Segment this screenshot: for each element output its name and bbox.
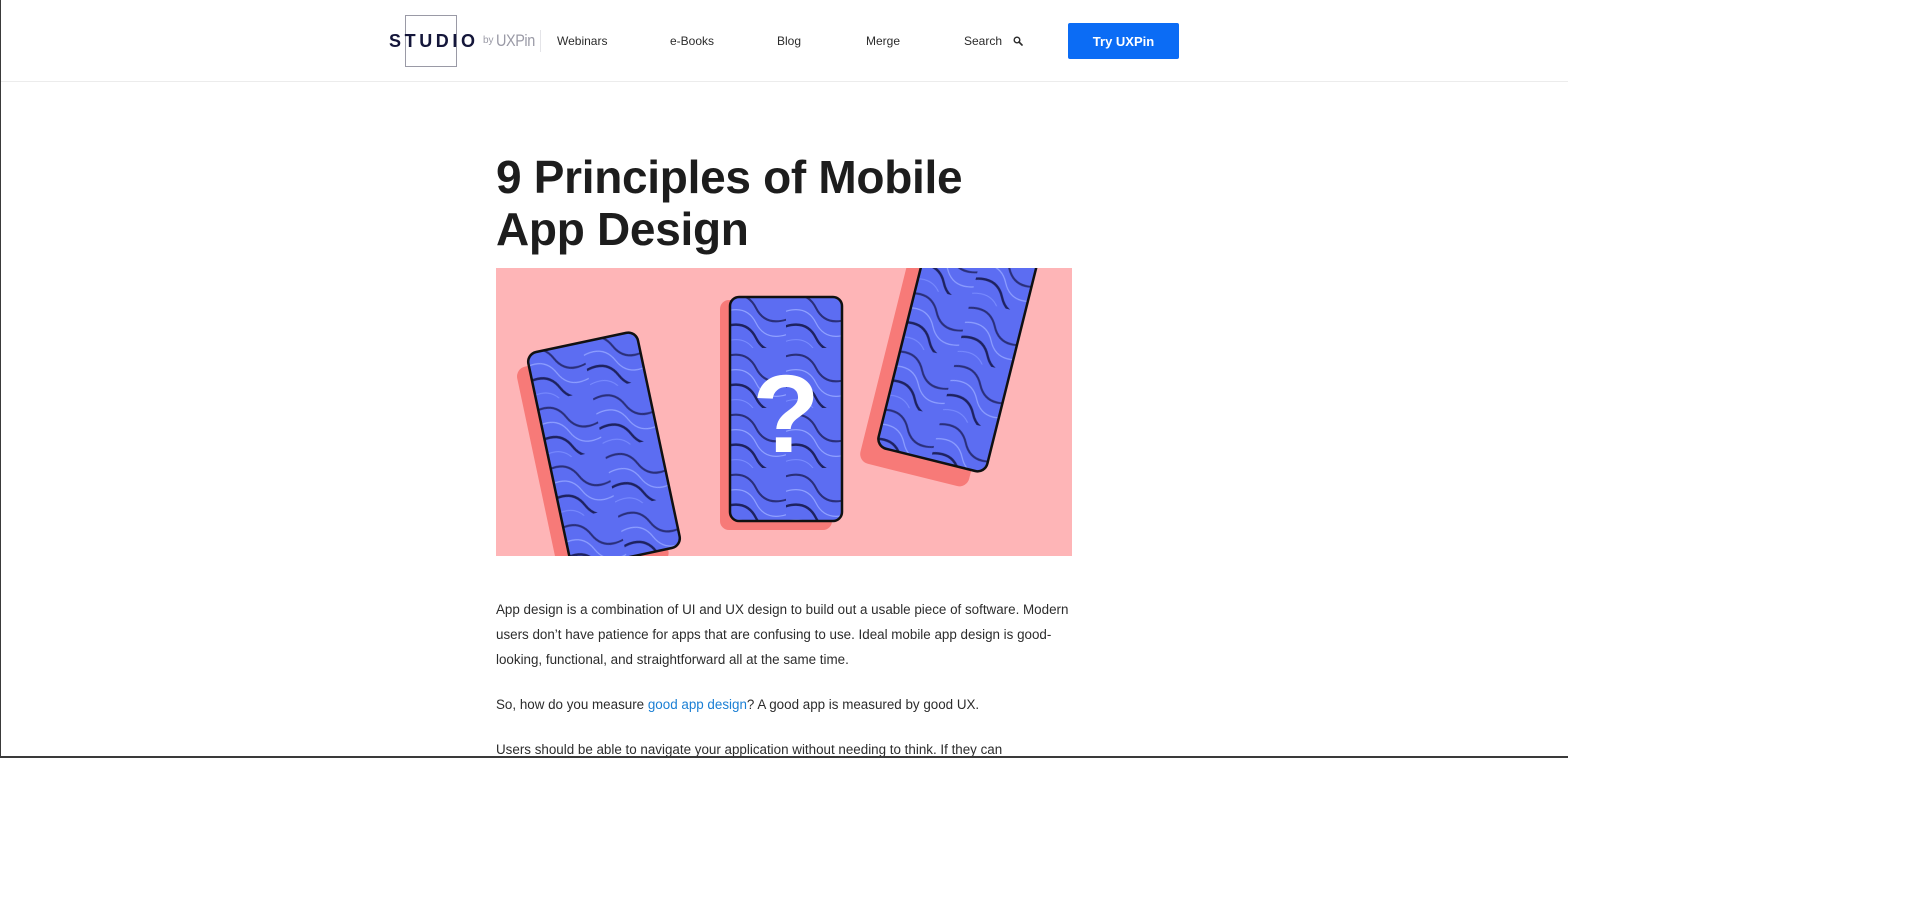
site-header: STUDIO by UXPin Webinars e-Books Blog Me… [0, 0, 1568, 82]
logo-studio[interactable]: STUDIO [389, 31, 479, 52]
nav-ebooks[interactable]: e-Books [670, 34, 714, 48]
phone-left [517, 331, 682, 556]
hero-image: ? [496, 268, 1072, 556]
header-divider [540, 30, 541, 52]
measure-paragraph: So, how do you measure good app design? … [496, 692, 1076, 717]
nav-search[interactable]: Search [964, 34, 1002, 48]
measure-text-after: ? A good app is measured by good UX. [746, 697, 980, 712]
logo-by: by [483, 35, 494, 46]
nav-merge[interactable]: Merge [866, 34, 900, 48]
title-line-2: App Design [496, 203, 749, 255]
nav-blog[interactable]: Blog [777, 34, 801, 48]
try-uxpin-button[interactable]: Try UXPin [1068, 23, 1179, 59]
measure-text-before: So, how do you measure [496, 697, 648, 712]
phone-middle: ? [720, 295, 844, 530]
nav-webinars[interactable]: Webinars [557, 34, 607, 48]
phone-right [860, 268, 1040, 487]
title-line-1: 9 Principles of Mobile [496, 151, 963, 203]
good-app-design-link[interactable]: good app design [648, 697, 747, 712]
hero-question-mark: ? [752, 353, 819, 476]
logo-uxpin[interactable]: UXPin [496, 31, 535, 51]
navigation-paragraph: Users should be able to navigate your ap… [496, 742, 1003, 757]
search-icon[interactable] [1013, 36, 1023, 46]
article-title: 9 Principles of Mobile App Design [496, 151, 1056, 255]
intro-paragraph: App design is a combination of UI and UX… [496, 602, 1069, 667]
